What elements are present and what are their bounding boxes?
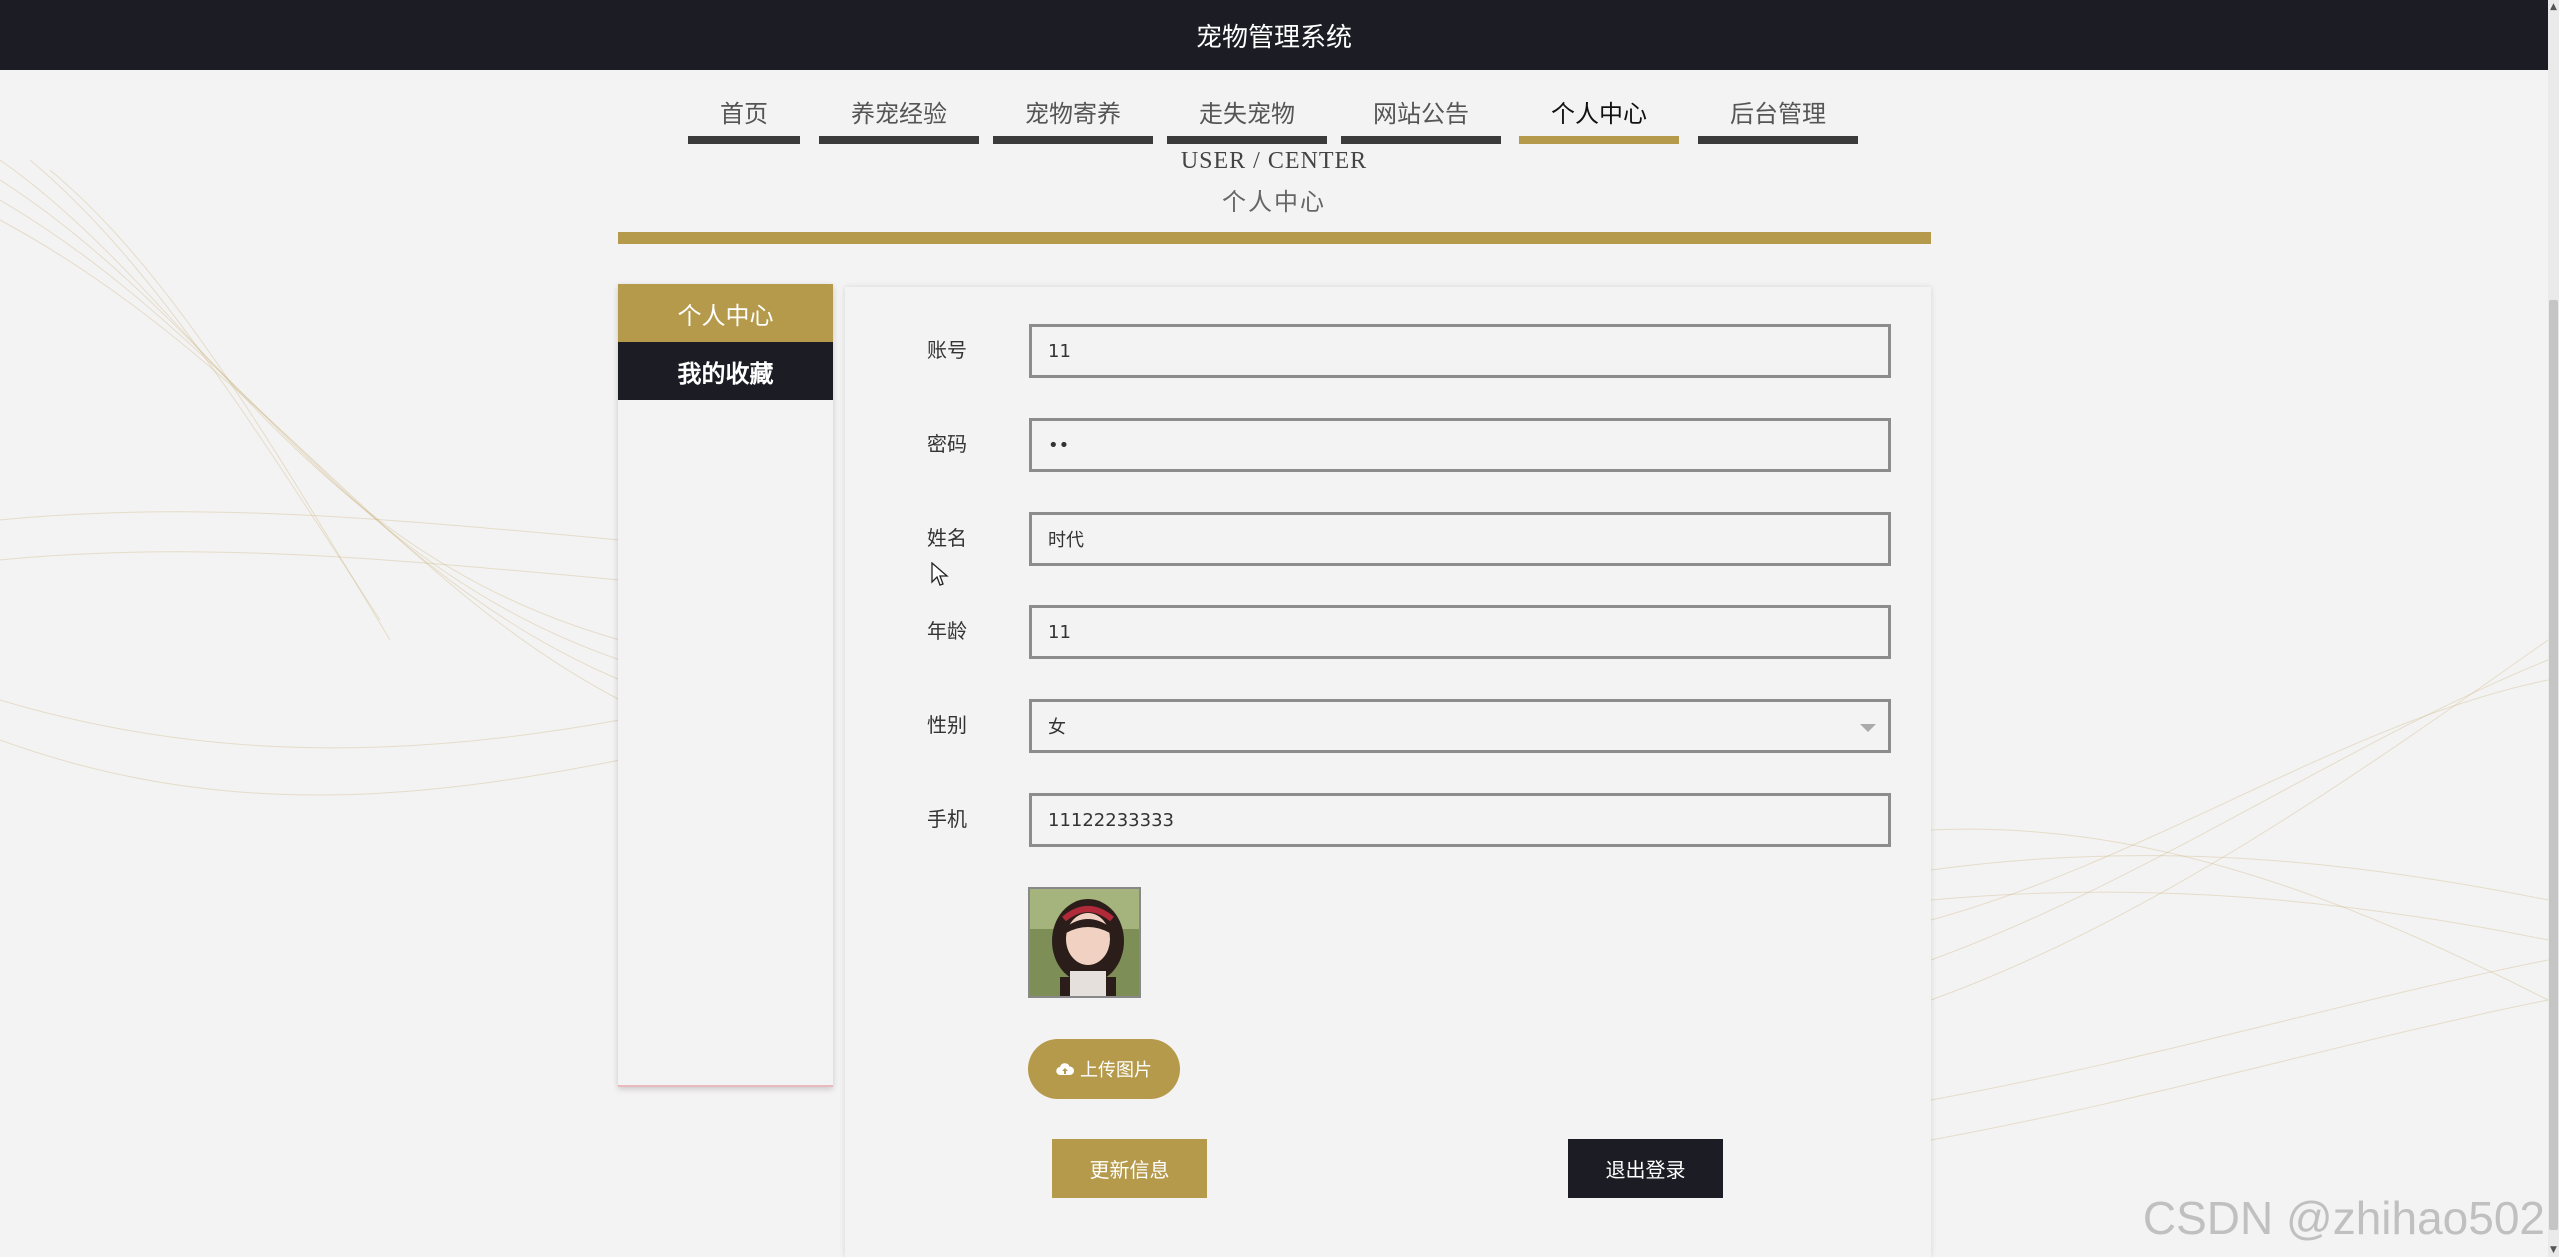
form-row-age: 年龄 11: [845, 605, 1931, 661]
heading-divider: [618, 232, 1931, 244]
upload-image-button[interactable]: 上传图片: [1028, 1039, 1180, 1099]
account-label: 账号: [927, 338, 967, 362]
update-info-button[interactable]: 更新信息: [1052, 1139, 1207, 1198]
form-row-gender: 性别 女: [845, 699, 1931, 755]
scrollbar-thumb[interactable]: [2549, 300, 2558, 1230]
scroll-up-arrow-icon[interactable]: ▲: [2549, 0, 2558, 14]
nav-item-lost-pets[interactable]: 走失宠物: [1167, 88, 1327, 144]
nav-item-pet-boarding[interactable]: 宠物寄养: [993, 88, 1153, 144]
side-menu: 个人中心 我的收藏: [618, 284, 833, 1087]
password-input[interactable]: ••: [1029, 418, 1891, 472]
form-row-account: 账号 11: [845, 324, 1931, 380]
gender-selected-value: 女: [1048, 717, 1066, 738]
page-scrollbar[interactable]: ▲ ▼: [2548, 0, 2559, 1257]
mouse-cursor-icon: [931, 562, 949, 586]
page-heading-cn: 个人中心: [1222, 188, 1326, 216]
app-title: 宠物管理系统: [1195, 22, 1352, 53]
chevron-down-icon: [1860, 724, 1876, 732]
side-menu-item-favorites[interactable]: 我的收藏: [618, 342, 833, 400]
account-input[interactable]: 11: [1029, 324, 1891, 378]
logout-button[interactable]: 退出登录: [1568, 1139, 1723, 1198]
name-input[interactable]: 时代: [1029, 512, 1891, 566]
password-label: 密码: [927, 432, 967, 456]
avatar-image: [1028, 887, 1141, 998]
gender-label: 性别: [927, 713, 967, 737]
nav-item-admin[interactable]: 后台管理: [1698, 88, 1858, 144]
page-heading-en: USER / CENTER: [1180, 148, 1368, 174]
nav-item-announcements[interactable]: 网站公告: [1341, 88, 1501, 144]
cloud-upload-icon: [1056, 1062, 1074, 1076]
age-input[interactable]: 11: [1029, 605, 1891, 659]
gender-select[interactable]: 女: [1029, 699, 1891, 753]
nav-item-user-center[interactable]: 个人中心: [1519, 88, 1679, 144]
side-menu-item-user-center[interactable]: 个人中心: [618, 284, 833, 342]
profile-form-panel: 账号 11 密码 •• 姓名 时代 年龄 11 性别 女 手机 11122233…: [845, 287, 1931, 1257]
watermark: CSDN @zhihao502: [2142, 1192, 2545, 1244]
upload-image-label: 上传图片: [1080, 1060, 1152, 1081]
app-title-bar: 宠物管理系统: [0, 0, 2548, 70]
main-nav: 首页 养宠经验 宠物寄养 走失宠物 网站公告 个人中心 后台管理: [0, 88, 2548, 146]
scroll-down-arrow-icon[interactable]: ▼: [2549, 1243, 2558, 1257]
nav-item-home[interactable]: 首页: [688, 88, 800, 144]
name-label: 姓名: [927, 526, 967, 550]
phone-label: 手机: [927, 807, 967, 831]
form-row-phone: 手机 11122233333: [845, 793, 1931, 849]
form-row-password: 密码 ••: [845, 418, 1931, 474]
age-label: 年龄: [927, 619, 967, 643]
phone-input[interactable]: 11122233333: [1029, 793, 1891, 847]
form-row-name: 姓名 时代: [845, 512, 1931, 568]
nav-item-pet-experience[interactable]: 养宠经验: [819, 88, 979, 144]
